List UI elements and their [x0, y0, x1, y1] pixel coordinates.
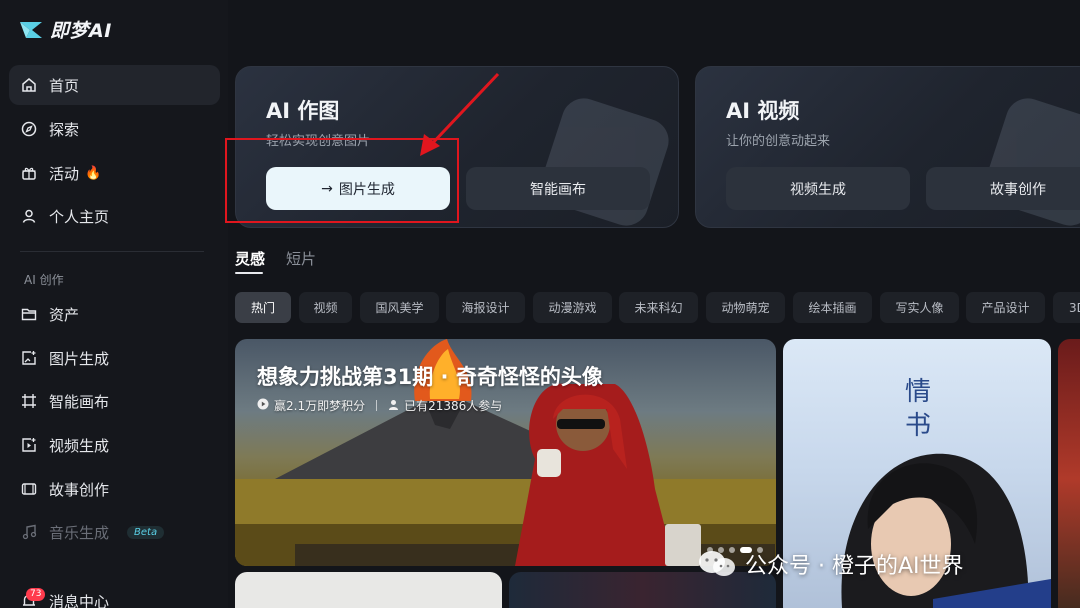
story-create-label: 故事创作: [990, 181, 1046, 198]
ai-video-title: AI 视频: [726, 99, 800, 123]
story-create-button[interactable]: 故事创作: [926, 167, 1080, 210]
sidebar-item-assets[interactable]: 资产: [9, 294, 220, 334]
sidebar-item-label: 故事创作: [49, 480, 110, 499]
logo-text: 即梦AI: [50, 20, 112, 42]
chip-poster[interactable]: 海报设计: [446, 292, 525, 323]
banner-reward: 赢2.1万即梦积分: [274, 399, 366, 413]
video-generate-label: 视频生成: [790, 181, 846, 198]
banner-title: 想象力挑战第31期 · 奇奇怪怪的头像: [257, 365, 603, 389]
participants-user-icon: [388, 399, 399, 413]
tab-active-indicator: [235, 272, 263, 274]
gift-icon: [21, 165, 37, 181]
sidebar-item-label: 个人主页: [49, 207, 110, 226]
banner-participants: 已有21386人参与: [404, 399, 503, 413]
video-gen-icon: [21, 437, 37, 453]
play-circle-icon: [257, 398, 269, 413]
sidebar-item-home[interactable]: 首页: [9, 65, 220, 105]
chip-pets[interactable]: 动物萌宠: [706, 292, 785, 323]
annotation-arrow-icon: [420, 72, 500, 156]
sidebar-item-label: 探索: [49, 120, 80, 139]
sidebar-item-label: 智能画布: [49, 392, 110, 411]
chip-scifi[interactable]: 未来科幻: [619, 292, 698, 323]
music-icon: [21, 524, 37, 540]
sidebar-item-label: 首页: [49, 76, 80, 95]
sidebar-item-label: 资产: [49, 305, 80, 324]
sidebar-item-video-gen[interactable]: 视频生成: [9, 425, 220, 465]
story-icon: [21, 481, 37, 497]
smart-canvas-button[interactable]: 智能画布: [466, 167, 650, 210]
sidebar-item-label: 视频生成: [49, 436, 110, 455]
sidebar-item-activity[interactable]: 活动 🔥: [9, 153, 220, 193]
ai-video-card: AI 视频 让你的创意动起来 视频生成 故事创作: [695, 66, 1080, 228]
app-logo[interactable]: 即梦AI: [18, 16, 112, 43]
tab-shorts[interactable]: 短片: [286, 248, 316, 269]
content-card[interactable]: [235, 572, 502, 608]
beta-badge: Beta: [127, 525, 165, 539]
logo-mark-icon: [20, 21, 42, 38]
smart-canvas-label: 智能画布: [530, 181, 586, 198]
user-icon: [21, 208, 37, 224]
banner-meta: 赢2.1万即梦积分 已有21386人参与: [257, 397, 502, 414]
sidebar-divider: [20, 251, 204, 252]
watermark-text: 公众号 · 橙子的AI世界: [745, 554, 964, 579]
chip-portrait[interactable]: 写实人像: [880, 292, 959, 323]
chip-picturebook[interactable]: 绘本插画: [793, 292, 872, 323]
sidebar: 即梦AI 首页 探索 活动 🔥 个人主页 AI 创作 资产 图片生成 智能画布 …: [0, 0, 228, 608]
chip-video[interactable]: 视频: [299, 292, 352, 323]
sidebar-item-story[interactable]: 故事创作: [9, 469, 220, 509]
canvas-icon: [21, 393, 37, 409]
poster-title-line1: 情: [905, 377, 932, 407]
sidebar-item-explore[interactable]: 探索: [9, 109, 220, 149]
ai-image-title: AI 作图: [266, 99, 340, 123]
sidebar-item-label: 消息中心: [49, 592, 110, 608]
image-gen-icon: [21, 350, 37, 366]
challenge-banner[interactable]: 想象力挑战第31期 · 奇奇怪怪的头像 赢2.1万即梦积分 已有21386人参与: [235, 339, 776, 566]
partial-card-right[interactable]: [1058, 339, 1080, 608]
section-title-ai-create: AI 创作: [24, 273, 64, 287]
compass-icon: [21, 121, 37, 137]
message-count-badge: 73: [26, 588, 46, 601]
fire-icon: 🔥: [85, 165, 102, 181]
chip-anime[interactable]: 动漫游戏: [533, 292, 612, 323]
wechat-icon: [699, 551, 735, 576]
sidebar-item-image-gen[interactable]: 图片生成: [9, 338, 220, 378]
video-generate-button[interactable]: 视频生成: [726, 167, 910, 210]
sidebar-item-label: 活动: [49, 164, 80, 183]
sidebar-item-profile[interactable]: 个人主页: [9, 196, 220, 236]
ai-video-subtitle: 让你的创意动起来: [726, 134, 831, 149]
home-icon: [21, 77, 37, 93]
meta-separator: [376, 400, 378, 411]
sidebar-item-label: 图片生成: [49, 349, 110, 368]
sidebar-item-label: 音乐生成: [49, 523, 110, 542]
chip-product[interactable]: 产品设计: [966, 292, 1045, 323]
sidebar-item-canvas[interactable]: 智能画布: [9, 381, 220, 421]
chip-3d[interactable]: 3D: [1053, 292, 1080, 323]
tab-inspiration[interactable]: 灵感: [235, 248, 265, 269]
poster-title-line2: 书: [905, 411, 932, 441]
sidebar-item-music[interactable]: 音乐生成 Beta: [9, 512, 220, 552]
chip-guofeng[interactable]: 国风美学: [360, 292, 439, 323]
chip-hot[interactable]: 热门: [235, 292, 291, 323]
folder-icon: [21, 306, 37, 322]
wechat-watermark: 公众号 · 橙子的AI世界: [697, 548, 964, 580]
